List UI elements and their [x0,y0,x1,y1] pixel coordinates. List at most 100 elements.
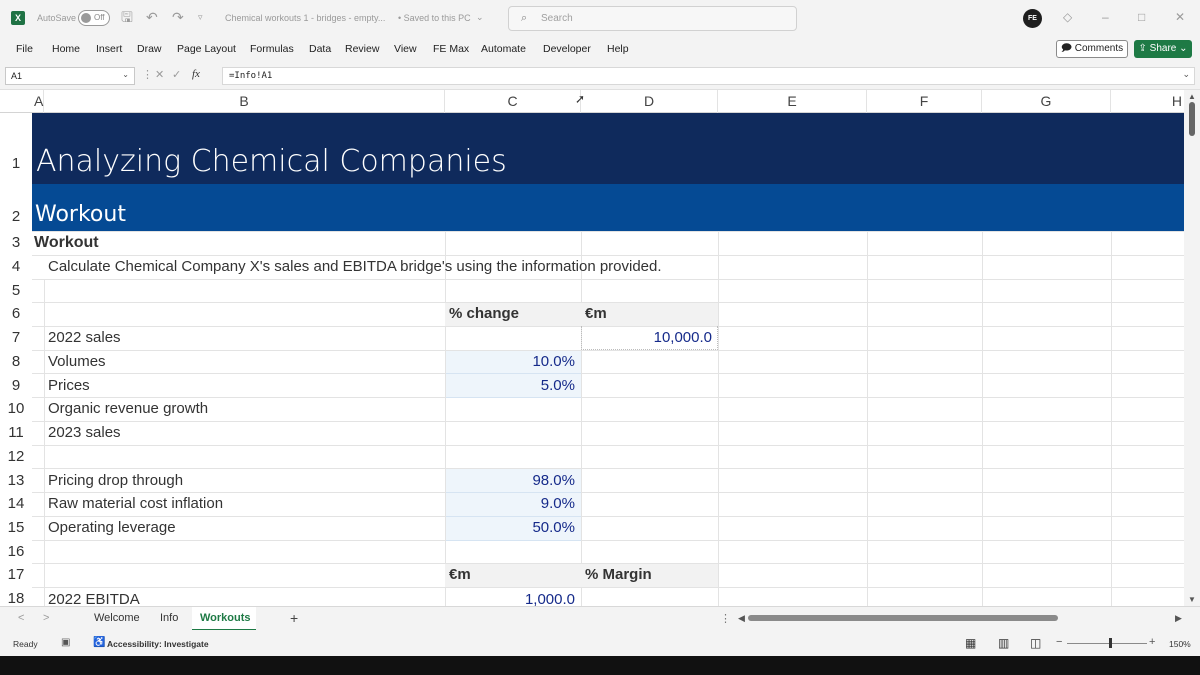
column-header-g[interactable]: G [982,90,1111,113]
menu-view[interactable]: View [394,43,417,55]
name-box[interactable]: A1 ⌄ [5,67,135,85]
more-options-icon[interactable]: ⋮ [720,612,731,625]
menu-draw[interactable]: Draw [137,43,162,55]
row-header[interactable]: 8 [0,353,32,370]
column-header-f[interactable]: F [867,90,982,113]
assumption-label[interactable]: Pricing drop through [48,472,183,489]
scroll-up-icon[interactable]: ▲ [1188,92,1196,101]
column-header-b[interactable]: B [44,90,445,113]
macro-record-icon[interactable]: ▣ [61,637,70,648]
row-header[interactable]: 7 [0,329,32,346]
table-row-label[interactable]: Organic revenue growth [48,400,208,417]
chevron-left-icon[interactable]: < [18,612,24,624]
menu-home[interactable]: Home [52,43,80,55]
search-input[interactable]: ⌕ Search [508,6,797,31]
column-header-h[interactable]: H [1111,90,1184,113]
table-row-label[interactable]: 2023 sales [48,424,121,441]
assumption-label[interactable]: Raw material cost inflation [48,495,223,512]
document-title[interactable]: Chemical workouts 1 - bridges - empty... [225,13,385,23]
menu-insert[interactable]: Insert [96,43,122,55]
scroll-down-icon[interactable]: ▼ [1188,595,1196,604]
expand-formula-icon[interactable]: ⌄ [1182,69,1190,80]
restore-icon[interactable]: □ [1138,10,1145,24]
tab-welcome[interactable]: Welcome [94,612,140,624]
row-header[interactable]: 14 [0,495,32,512]
menu-automate[interactable]: Automate [481,43,526,55]
avatar[interactable]: FE [1023,9,1042,28]
accessibility-status[interactable]: Accessibility: Investigate [107,639,209,649]
row-header[interactable]: 2 [0,208,32,225]
assumption-value[interactable]: 98.0% [445,472,575,489]
save-status[interactable]: • Saved to this PC [398,13,471,23]
menu-file[interactable]: File [16,43,33,55]
enter-icon[interactable]: ✓ [172,68,181,81]
table-row-label[interactable]: 2022 EBITDA [48,591,140,606]
tab-workouts[interactable]: Workouts [200,612,251,624]
sheet-subtitle[interactable]: Workout [35,202,126,227]
column-header-a[interactable]: A [32,90,44,113]
menu-developer[interactable]: Developer [543,43,591,55]
scroll-left-icon[interactable]: ◀ [738,613,745,624]
row-header[interactable]: 13 [0,472,32,489]
table-row-label[interactable]: 2022 sales [48,329,121,346]
vertical-scrollbar[interactable]: ▲ ▼ [1184,90,1200,606]
chevron-right-icon[interactable]: > [43,612,49,624]
share-button[interactable]: ⇪ Share ⌄ [1134,40,1192,58]
section-heading[interactable]: Workout [34,234,99,252]
menu-formulas[interactable]: Formulas [250,43,294,55]
table-row-eur[interactable]: 10,000.0 [581,329,712,346]
margin-header[interactable]: % Margin [585,566,652,583]
instruction-text[interactable]: Calculate Chemical Company X's sales and… [48,258,662,275]
undo-icon[interactable]: ↶ [146,9,158,25]
scroll-right-icon[interactable]: ▶ [1175,613,1182,624]
sheet-title[interactable]: Analyzing Chemical Companies [36,144,507,179]
row-header[interactable]: 4 [0,258,32,275]
zoom-in-icon[interactable]: + [1149,636,1155,648]
eur-m-header[interactable]: €m [585,305,607,322]
pct-change-header[interactable]: % change [449,305,519,322]
table-row-eur[interactable]: 1,000.0 [445,591,575,606]
horizontal-scrollbar[interactable] [748,615,1058,621]
menu-page-layout[interactable]: Page Layout [177,43,236,55]
autosave-toggle[interactable]: Off [78,10,110,26]
row-header[interactable]: 5 [0,282,32,299]
assumption-value[interactable]: 9.0% [445,495,575,512]
assumption-value[interactable]: 50.0% [445,519,575,536]
zoom-level[interactable]: 150% [1169,639,1191,649]
scroll-thumb[interactable] [1189,102,1195,136]
row-header[interactable]: 18 [0,590,32,606]
close-icon[interactable]: ✕ [1175,10,1185,24]
ebitda-eur-header[interactable]: €m [449,566,471,583]
insert-function-icon[interactable]: fx [192,68,200,80]
save-icon[interactable]: 🖫 [121,9,133,25]
column-header-c[interactable]: C [445,90,581,113]
menu-data[interactable]: Data [309,43,331,55]
row-header[interactable]: 10 [0,400,32,417]
row-header[interactable]: 3 [0,234,32,251]
row-header[interactable]: 17 [0,566,32,583]
zoom-slider-handle[interactable] [1109,638,1112,648]
page-break-view-icon[interactable]: ◫ [1030,636,1041,650]
row-header[interactable]: 15 [0,519,32,536]
assumption-label[interactable]: Operating leverage [48,519,176,536]
column-header-d[interactable]: D [581,90,718,113]
cancel-icon[interactable]: ✕ [155,68,164,81]
page-layout-view-icon[interactable]: ▥ [998,636,1009,650]
tab-info[interactable]: Info [160,612,178,624]
table-row-pct[interactable]: 10.0% [445,353,575,370]
column-header-e[interactable]: E [718,90,867,113]
redo-icon[interactable]: ↷ [172,9,184,25]
add-sheet-button[interactable]: + [290,610,298,626]
comments-button[interactable]: 🗩 Comments [1056,40,1128,58]
customize-qat-icon[interactable]: ▿ [198,9,203,25]
menu-review[interactable]: Review [345,43,379,55]
formula-input[interactable]: =Info!A1 ⌄ [222,67,1195,85]
row-header[interactable]: 11 [0,424,32,441]
table-row-label[interactable]: Volumes [48,353,106,370]
worksheet-grid[interactable]: Analyzing Chemical Companies Workout 1 2… [0,113,1184,606]
zoom-slider[interactable] [1067,643,1147,644]
row-header[interactable]: 1 [0,155,32,172]
normal-view-icon[interactable]: ▦ [965,636,976,650]
row-header[interactable]: 6 [0,305,32,322]
row-header[interactable]: 16 [0,543,32,560]
